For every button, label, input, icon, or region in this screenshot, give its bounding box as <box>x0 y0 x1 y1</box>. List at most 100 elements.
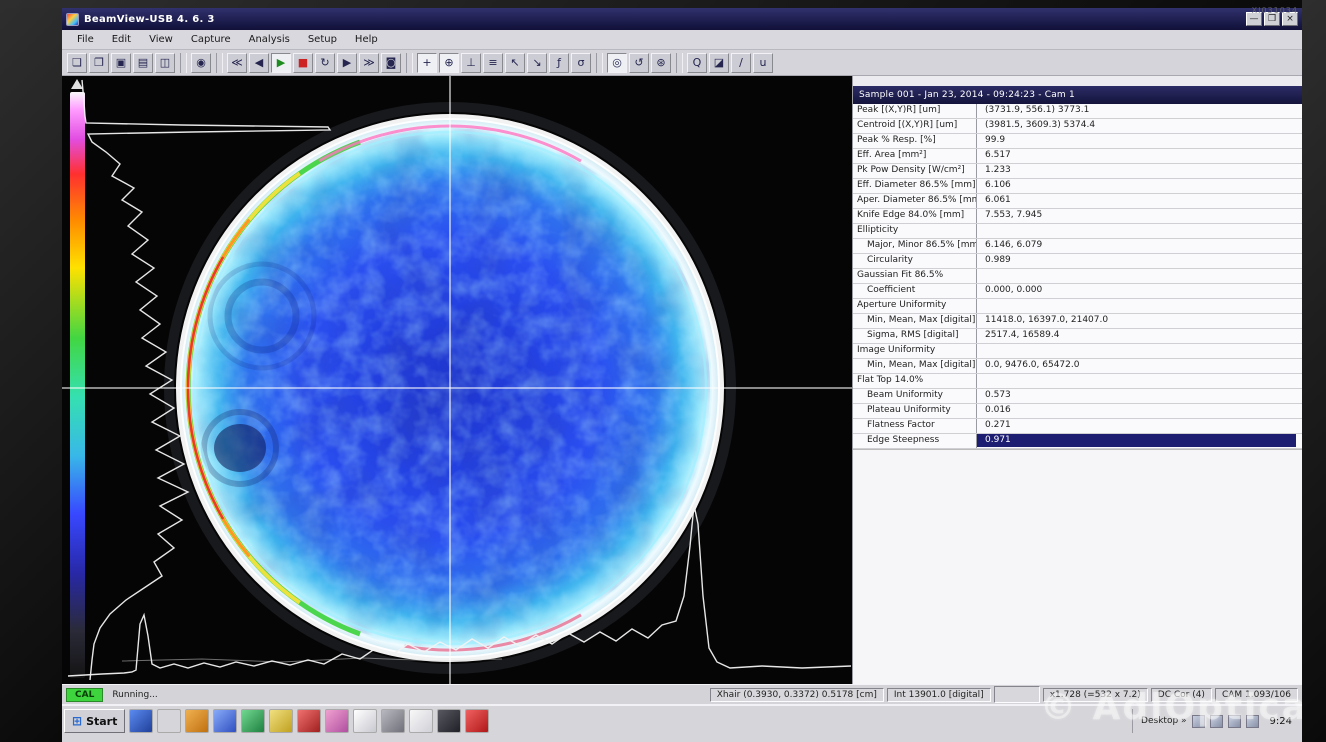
next-frame-button[interactable]: ▶ <box>337 53 357 73</box>
aperture-rotate-icon: ↺ <box>634 56 643 69</box>
slope-icon: ƒ <box>557 56 561 69</box>
table-row[interactable]: Flatness Factor0.271 <box>853 419 1302 434</box>
menu-view[interactable]: View <box>140 32 182 47</box>
capture-single-button[interactable]: ◉ <box>191 53 211 73</box>
cursor-pick-icon: ↖ <box>510 56 519 69</box>
last-frame-icon: ≫ <box>363 56 375 69</box>
table-section-row[interactable]: Gaussian Fit 86.5% <box>853 269 1302 284</box>
panel-empty-area <box>853 450 1302 684</box>
slope-analysis-button[interactable]: ƒ <box>549 53 569 73</box>
taskbar-app-icon[interactable] <box>437 709 461 733</box>
copy-button[interactable]: ◫ <box>155 53 175 73</box>
menu-capture[interactable]: Capture <box>182 32 240 47</box>
system-tray: Desktop » 9:24 <box>1132 709 1298 733</box>
table-row[interactable]: Min, Mean, Max [digital]11418.0, 16397.0… <box>853 314 1302 329</box>
menu-help[interactable]: Help <box>346 32 387 47</box>
aperture-circle-button[interactable]: ◎ <box>607 53 627 73</box>
aperture-rotate-button[interactable]: ↺ <box>629 53 649 73</box>
taskbar-app-icon[interactable] <box>213 709 237 733</box>
info-button[interactable]: u <box>753 53 773 73</box>
menu-analysis[interactable]: Analysis <box>240 32 299 47</box>
first-frame-button[interactable]: ≪ <box>227 53 247 73</box>
start-button[interactable]: ⊞ Start <box>64 709 125 733</box>
sigma-statistics-button[interactable]: σ <box>571 53 591 73</box>
taskbar-app-icon[interactable] <box>353 709 377 733</box>
axes-tool-button[interactable]: ⊥ <box>461 53 481 73</box>
table-row[interactable]: Plateau Uniformity0.016 <box>853 404 1302 419</box>
table-row[interactable]: Beam Uniformity0.573 <box>853 389 1302 404</box>
zoom-tool-button[interactable]: Q <box>687 53 707 73</box>
taskbar-clock[interactable]: 9:24 <box>1264 716 1298 727</box>
line-profile-icon: ∕ <box>739 56 743 69</box>
taskbar-app-icon[interactable] <box>241 709 265 733</box>
toolbar: ❏ ❐ ▣ ▤ ◫ ◉ ≪ ◀ ▶ ■ ↻ ▶ ≫ ◙ + ⊕ ⊥ ≡ ↖ ↘ … <box>62 50 1302 76</box>
capture-single-icon: ◉ <box>196 56 206 69</box>
table-section-row[interactable]: Image Uniformity <box>853 344 1302 359</box>
crosshair-tool-button[interactable]: + <box>417 53 437 73</box>
taskbar-app-icon[interactable] <box>129 709 153 733</box>
monitor-bezel-top <box>0 0 1326 8</box>
menu-file[interactable]: File <box>68 32 103 47</box>
table-section-row[interactable]: Flat Top 14.0% <box>853 374 1302 389</box>
report-view-button[interactable]: ◪ <box>709 53 729 73</box>
tray-icon[interactable] <box>1192 715 1205 728</box>
table-row[interactable]: Eff. Diameter 86.5% [mm]6.106 <box>853 179 1302 194</box>
table-row[interactable]: Sigma, RMS [digital]2517.4, 16589.4 <box>853 329 1302 344</box>
table-row[interactable]: Aper. Diameter 86.5% [mm]6.061 <box>853 194 1302 209</box>
toolbar-separator <box>676 53 683 73</box>
taskbar-app-icon[interactable] <box>465 709 489 733</box>
menu-edit[interactable]: Edit <box>103 32 140 47</box>
stop-button[interactable]: ■ <box>293 53 313 73</box>
taskbar-app-icon[interactable] <box>381 709 405 733</box>
line-profile-button[interactable]: ∕ <box>731 53 751 73</box>
desktop-toolbar-label[interactable]: Desktop » <box>1141 716 1186 726</box>
cursor-pick-button[interactable]: ↖ <box>505 53 525 73</box>
table-row[interactable]: Circularity0.989 <box>853 254 1302 269</box>
taskbar-app-icon[interactable] <box>185 709 209 733</box>
sigma-icon: σ <box>578 56 585 69</box>
play-button[interactable]: ▶ <box>271 53 291 73</box>
ruler-tool-button[interactable]: ≡ <box>483 53 503 73</box>
start-label: Start <box>86 715 117 728</box>
tray-icon[interactable] <box>1246 715 1259 728</box>
taskbar-app-icon[interactable] <box>157 709 181 733</box>
beam-display[interactable] <box>62 76 852 684</box>
taskbar-app-icon[interactable] <box>297 709 321 733</box>
new-file-button[interactable]: ❏ <box>67 53 87 73</box>
cursor-multi-button[interactable]: ↘ <box>527 53 547 73</box>
last-frame-button[interactable]: ≫ <box>359 53 379 73</box>
taskbar-app-icon[interactable] <box>409 709 433 733</box>
title-bar[interactable]: BeamView-USB 4. 6. 3 — ❒ × <box>62 8 1302 30</box>
table-row[interactable]: Coefficient0.000, 0.000 <box>853 284 1302 299</box>
open-file-button[interactable]: ❐ <box>89 53 109 73</box>
table-row[interactable]: Knife Edge 84.0% [mm]7.553, 7.945 <box>853 209 1302 224</box>
camera-setup-button[interactable]: ◙ <box>381 53 401 73</box>
pan-view-button[interactable]: ⊛ <box>651 53 671 73</box>
menu-setup[interactable]: Setup <box>299 32 346 47</box>
table-row[interactable]: Pk Pow Density [W/cm²]1.233 <box>853 164 1302 179</box>
new-file-icon: ❏ <box>72 56 82 69</box>
prev-frame-button[interactable]: ◀ <box>249 53 269 73</box>
monitor-bezel-right <box>1302 0 1326 742</box>
first-frame-icon: ≪ <box>231 56 243 69</box>
status-blank-field <box>994 686 1040 703</box>
taskbar-app-icon[interactable] <box>269 709 293 733</box>
continuous-capture-button[interactable]: ↻ <box>315 53 335 73</box>
crosshair-position-field: Xhair (0.3930, 0.3372) 0.5178 [cm] <box>710 688 884 702</box>
print-button[interactable]: ▤ <box>133 53 153 73</box>
table-section-row[interactable]: Ellipticity <box>853 224 1302 239</box>
table-row[interactable]: Eff. Area [mm²]6.517 <box>853 149 1302 164</box>
table-row[interactable]: Peak [(X,Y)R] [um](3731.9, 556.1) 3773.1 <box>853 104 1302 119</box>
origin-tool-button[interactable]: ⊕ <box>439 53 459 73</box>
table-row[interactable]: Peak % Resp. [%]99.9 <box>853 134 1302 149</box>
table-section-row[interactable]: Aperture Uniformity <box>853 299 1302 314</box>
save-file-button[interactable]: ▣ <box>111 53 131 73</box>
taskbar-app-icon[interactable] <box>325 709 349 733</box>
tray-icon[interactable] <box>1210 715 1223 728</box>
table-row-selected[interactable]: Edge Steepness0.971 <box>853 434 1302 449</box>
table-row[interactable]: Centroid [(X,Y)R] [um](3981.5, 3609.3) 5… <box>853 119 1302 134</box>
table-row[interactable]: Min, Mean, Max [digital]0.0, 9476.0, 654… <box>853 359 1302 374</box>
tray-icon[interactable] <box>1228 715 1241 728</box>
window-title: BeamView-USB 4. 6. 3 <box>84 14 1244 25</box>
table-row[interactable]: Major, Minor 86.5% [mm]6.146, 6.079 <box>853 239 1302 254</box>
